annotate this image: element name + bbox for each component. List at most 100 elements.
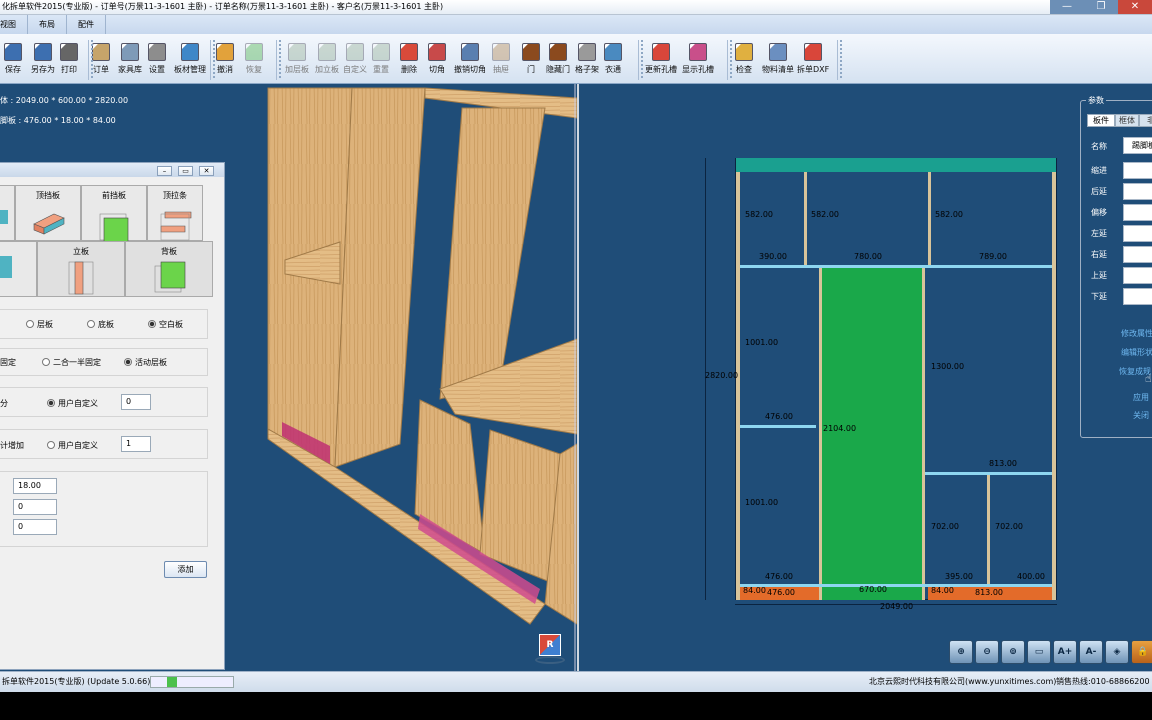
zoom-fit-icon[interactable]: ⊚ xyxy=(1001,640,1025,664)
center-door-panel[interactable] xyxy=(819,268,925,600)
pane-back-board[interactable]: 背板 xyxy=(125,241,213,297)
pane-front-baffle[interactable]: 前挡板 xyxy=(81,185,147,243)
tab-other[interactable]: 非 xyxy=(1139,114,1152,127)
param-input[interactable] xyxy=(1123,288,1152,305)
dim-width-right: 789.00 xyxy=(979,252,1007,261)
tab-view[interactable]: 视图 xyxy=(0,15,28,34)
save-as-icon xyxy=(34,43,52,61)
material-list-button[interactable]: 物料清单 xyxy=(762,39,794,83)
dialog-close-button[interactable]: ✕ xyxy=(199,166,214,176)
zoom-out-icon[interactable]: ⊖ xyxy=(975,640,999,664)
zoom-in-icon[interactable]: ⊕ xyxy=(949,640,973,664)
param-input[interactable] xyxy=(1123,246,1152,263)
pane-top-baffle[interactable]: 顶挡板 xyxy=(15,185,81,241)
furniture-library-button[interactable]: 家具库 xyxy=(118,39,142,83)
radio-blank-board[interactable]: 空白板 xyxy=(148,319,183,330)
dim-total-height: 2820.00 xyxy=(705,371,739,380)
modify-properties-link[interactable]: 修改属性 xyxy=(1121,328,1152,339)
apply-link[interactable]: 应用 xyxy=(1133,392,1149,403)
radio-half-fixed[interactable]: 二合一半固定 xyxy=(42,357,101,368)
radio-count-custom[interactable]: 用户自定义 xyxy=(47,440,98,451)
close-link[interactable]: 关闭 xyxy=(1133,410,1149,421)
undo-button[interactable]: 撤消 xyxy=(216,39,234,83)
tab-layout[interactable]: 布局 xyxy=(28,15,67,34)
font-larger-icon[interactable]: A+ xyxy=(1053,640,1077,664)
redo-button[interactable]: 恢复 xyxy=(245,39,263,83)
custom-button[interactable]: 自定义 xyxy=(343,39,367,83)
check-button[interactable]: 检查 xyxy=(735,39,753,83)
export-dxf-button[interactable]: 拆单DXF xyxy=(797,39,829,83)
radio-movable-shelf[interactable]: 活动层板 xyxy=(124,357,167,368)
pane-vertical-board[interactable]: 立板 xyxy=(37,241,125,297)
minimize-button[interactable]: — xyxy=(1050,0,1084,14)
radio-bottom-board[interactable]: 底板 xyxy=(87,319,114,330)
dialog-minimize-button[interactable]: – xyxy=(157,166,172,176)
thickness-input[interactable]: 18.00 xyxy=(13,478,57,494)
undo-cut-corner-button[interactable]: 撤销切角 xyxy=(454,39,486,83)
pane-vertical-board-label: 立板 xyxy=(73,247,89,256)
param-input[interactable] xyxy=(1123,183,1152,200)
view-tools: ⊕ ⊖ ⊚ ▭ A+ A- ◈ 🔒 xyxy=(949,640,1152,666)
maximize-button[interactable]: ❐ xyxy=(1084,0,1118,14)
dim-top-mid: 582.00 xyxy=(811,210,839,219)
save-button[interactable]: 保存 xyxy=(4,39,22,83)
hanger-rail-button[interactable]: 衣通 xyxy=(604,39,622,83)
grid-rack-button[interactable]: 格子架 xyxy=(575,39,599,83)
save-as-button[interactable]: 另存为 xyxy=(31,39,55,83)
param-input[interactable] xyxy=(1123,267,1152,284)
back-board-icon xyxy=(154,261,186,293)
door-button[interactable]: 门 xyxy=(522,39,540,83)
delete-button[interactable]: 删除 xyxy=(400,39,418,83)
tab-frame[interactable]: 框体 xyxy=(1115,114,1139,127)
hide-door-icon xyxy=(549,43,567,61)
param-input[interactable] xyxy=(1123,162,1152,179)
radio-fixed[interactable]: 固定 xyxy=(0,357,16,368)
font-smaller-icon[interactable]: A- xyxy=(1079,640,1103,664)
lock-icon[interactable]: 🔒 xyxy=(1131,640,1152,664)
split-value-input[interactable]: 0 xyxy=(121,394,151,410)
add-vertical-board-button[interactable]: 加立板 xyxy=(315,39,339,83)
name-input[interactable]: 踢脚板 xyxy=(1123,137,1152,154)
order-button[interactable]: 订单 xyxy=(92,39,110,83)
eraser-icon[interactable]: ◈ xyxy=(1105,640,1129,664)
pane-partial-left[interactable] xyxy=(0,185,15,241)
radio-shelf[interactable]: 层板 xyxy=(26,319,53,330)
reset-icon xyxy=(372,43,390,61)
2d-elevation-view[interactable]: 582.00 582.00 582.00 390.00 780.00 789.0… xyxy=(577,84,1152,671)
count-value-input[interactable]: 1 xyxy=(121,436,151,452)
edit-shape-link[interactable]: 编辑形状 xyxy=(1121,347,1152,358)
video-letterbox xyxy=(0,692,1152,720)
param-label: 偏移 xyxy=(1091,208,1107,217)
hide-door-button[interactable]: 隐藏门 xyxy=(546,39,570,83)
pane-partial-left-2[interactable] xyxy=(0,241,37,297)
board-manage-button[interactable]: 板材管理 xyxy=(174,39,206,83)
toolbar-button-label: 格子架 xyxy=(575,65,599,74)
view-frame-icon[interactable]: ▭ xyxy=(1027,640,1051,664)
add-shelf-button[interactable]: 加层板 xyxy=(285,39,309,83)
show-holes-button[interactable]: 显示孔槽 xyxy=(682,39,714,83)
offset-input[interactable]: 0 xyxy=(13,499,57,515)
pane-top-rail-label: 顶拉条 xyxy=(163,191,187,200)
tab-accessories[interactable]: 配件 xyxy=(67,15,106,34)
view-cube-icon[interactable]: R xyxy=(531,632,567,664)
radio-split-custom[interactable]: 用户自定义 xyxy=(47,398,98,409)
split-label: 分 xyxy=(0,399,8,408)
pane-top-rail[interactable]: 顶拉条 xyxy=(147,185,203,241)
toolbar-button-label: 重置 xyxy=(373,65,389,74)
custom-icon xyxy=(346,43,364,61)
update-holes-button[interactable]: 更新孔槽 xyxy=(645,39,677,83)
settings-gear-button[interactable]: 设置 xyxy=(148,39,166,83)
cut-corner-button[interactable]: 切角 xyxy=(428,39,446,83)
dialog-maximize-button[interactable]: ▭ xyxy=(178,166,193,176)
printer-button[interactable]: 打印 xyxy=(60,39,78,83)
param-input[interactable] xyxy=(1123,225,1152,242)
param-input[interactable] xyxy=(1123,204,1152,221)
close-window-button[interactable]: ✕ xyxy=(1118,0,1152,14)
param-label: 下延 xyxy=(1091,292,1107,301)
drawer-button[interactable]: 抽屉 xyxy=(492,39,510,83)
tab-panel-board[interactable]: 板件 xyxy=(1087,114,1115,127)
reset-button[interactable]: 重置 xyxy=(372,39,390,83)
add-button[interactable]: 添加 xyxy=(164,561,207,578)
extend-input[interactable]: 0 xyxy=(13,519,57,535)
pane-back-board-label: 背板 xyxy=(161,247,177,256)
